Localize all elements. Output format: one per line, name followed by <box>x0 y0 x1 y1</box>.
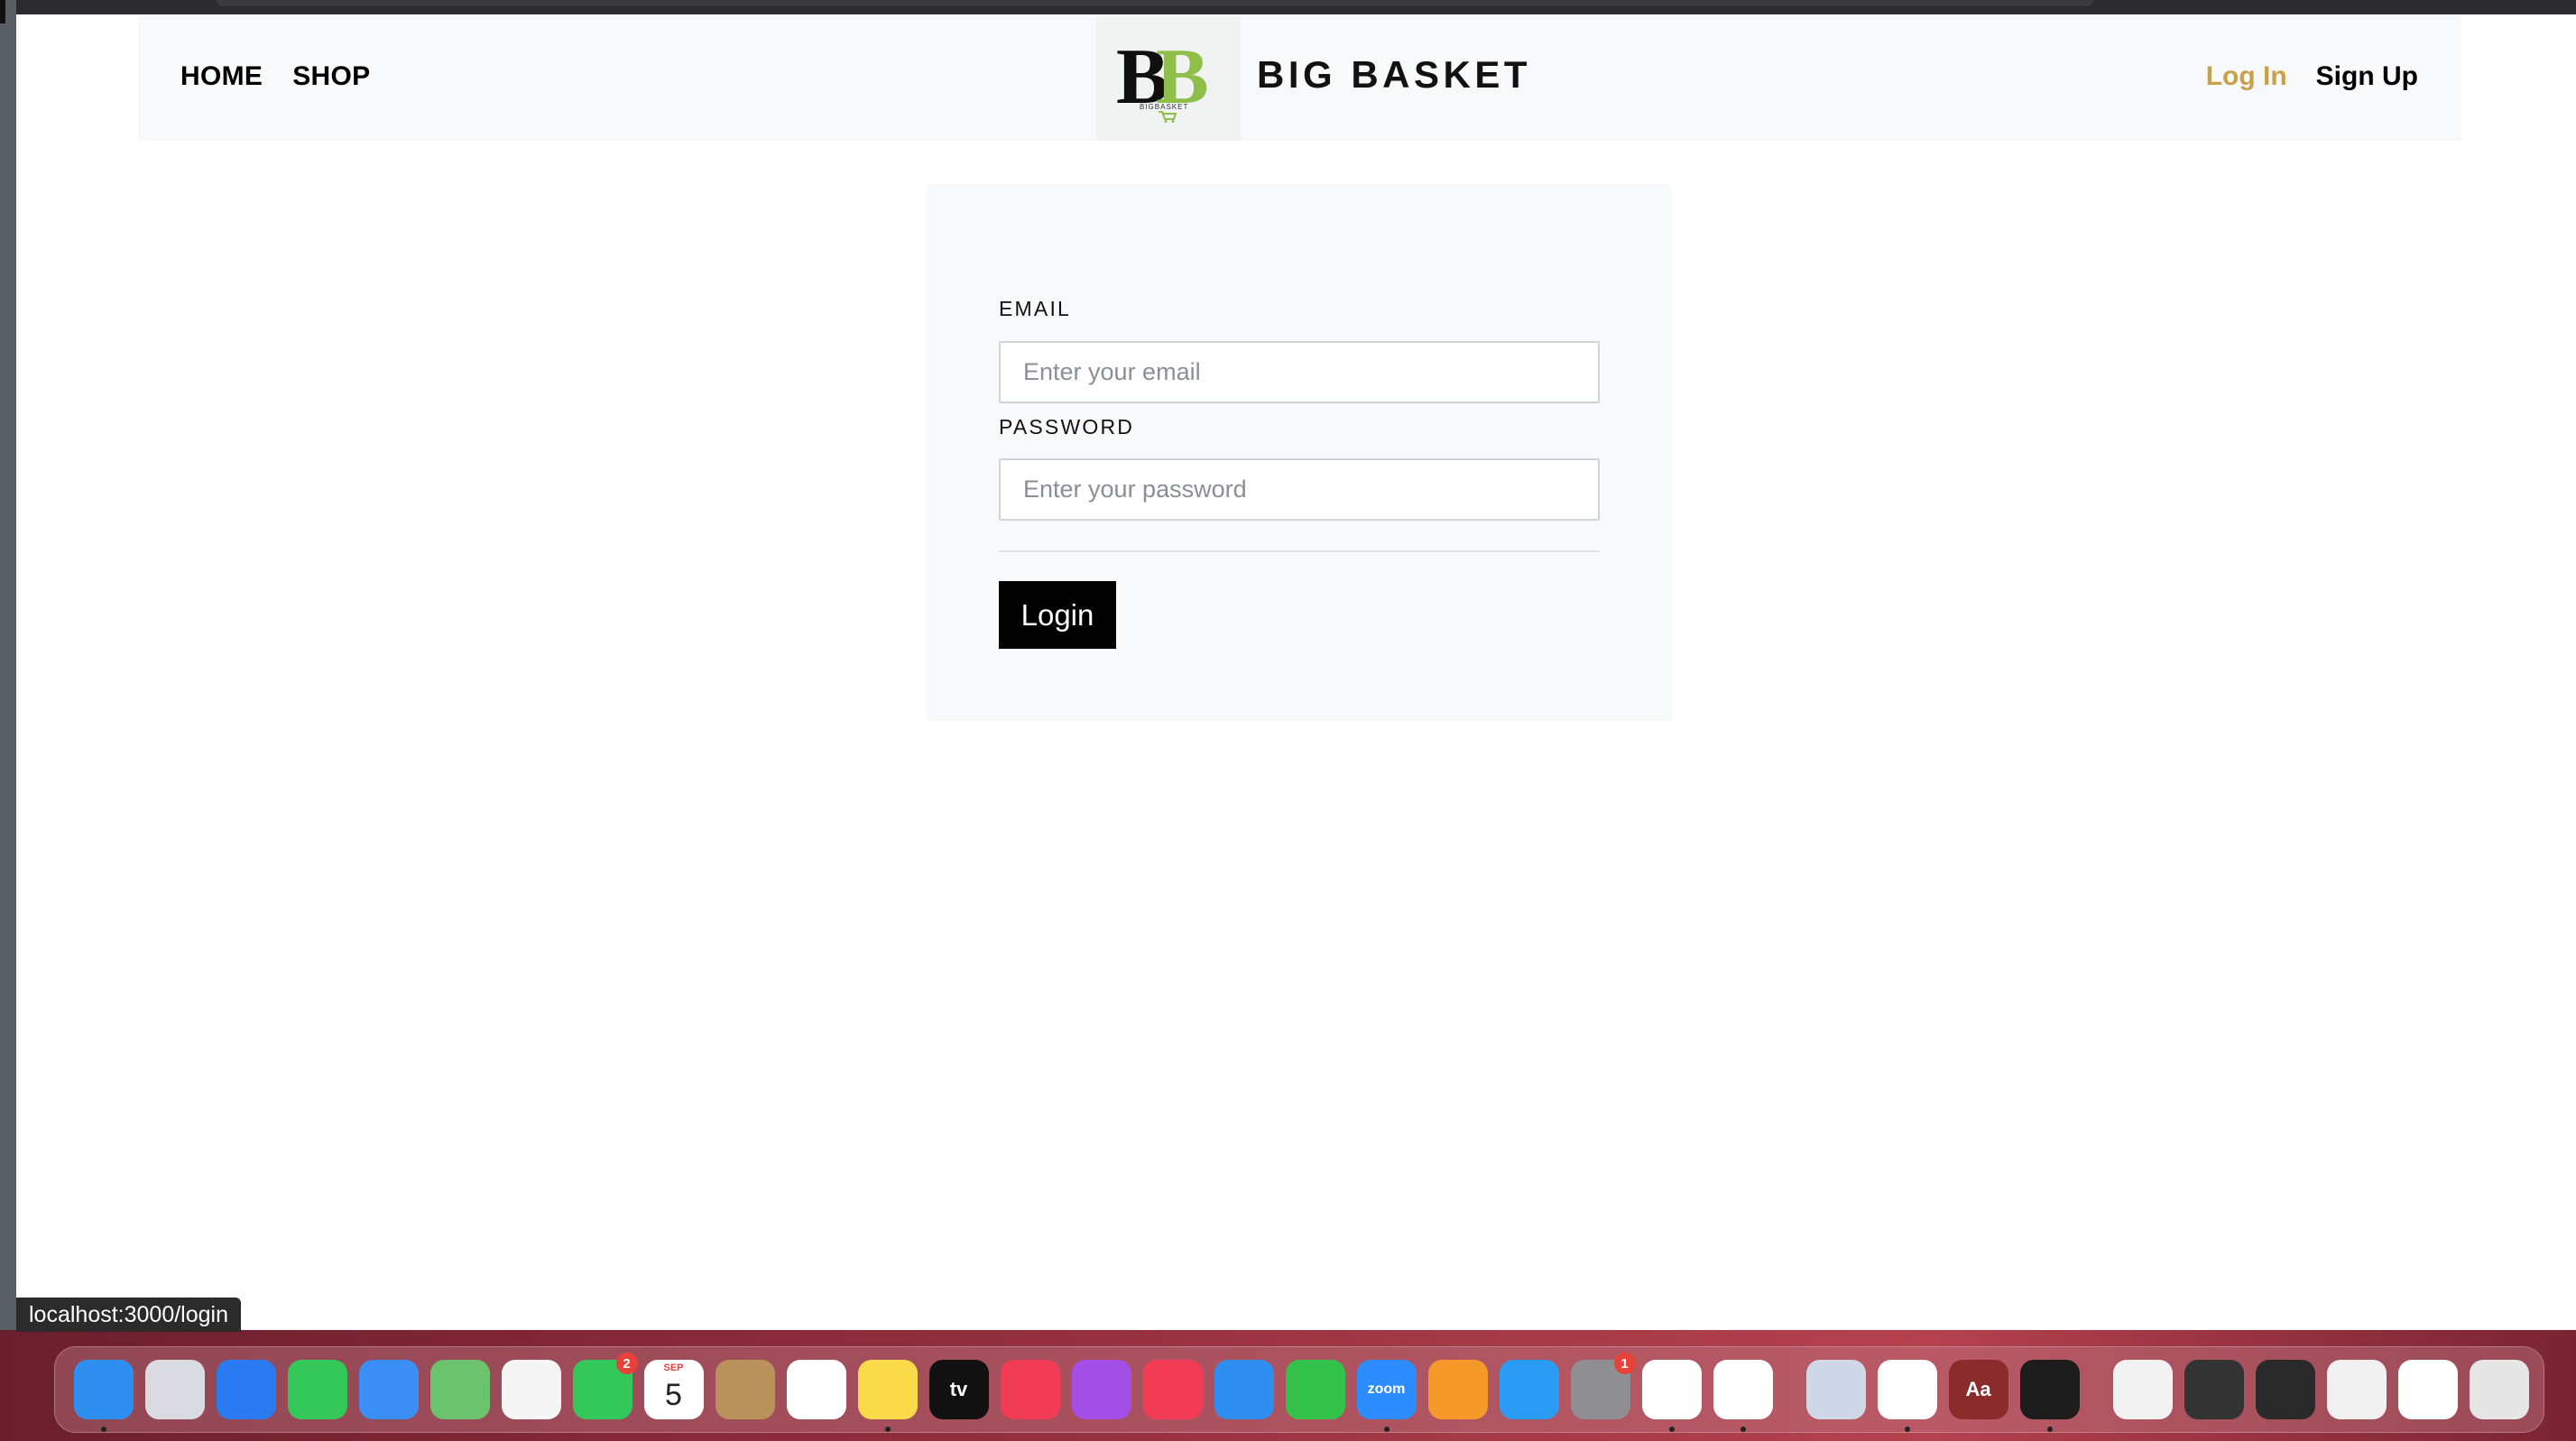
keynote-icon[interactable] <box>1214 1360 1274 1419</box>
running-indicator <box>2046 1427 2053 1432</box>
running-indicator <box>1740 1427 1746 1432</box>
contacts-icon[interactable] <box>715 1360 775 1419</box>
terminal-icon[interactable] <box>2019 1360 2080 1432</box>
window-thumbnail-icon[interactable] <box>2397 1360 2458 1419</box>
notes-icon[interactable] <box>857 1360 918 1432</box>
brand[interactable]: B B BIGBASKET BIG BASKET <box>1096 16 1531 141</box>
password-input[interactable] <box>999 458 1600 521</box>
nav-login-link[interactable]: Log In <box>2206 61 2287 92</box>
messages-icon[interactable] <box>287 1360 347 1419</box>
music-icon[interactable] <box>1000 1360 1060 1419</box>
status-url-tooltip: localhost:3000/login <box>16 1298 241 1332</box>
numbers-icon[interactable] <box>1285 1360 1345 1419</box>
appstore-icon[interactable] <box>1499 1360 1559 1419</box>
browser-top-bar <box>0 0 2576 14</box>
dock-icon-label: tv <box>949 1378 968 1400</box>
nav-home-link[interactable]: HOME <box>180 61 263 92</box>
running-indicator <box>884 1427 891 1432</box>
running-indicator <box>1383 1427 1390 1432</box>
login-button[interactable]: Login <box>999 581 1116 649</box>
nav-links: HOME SHOP <box>180 61 370 92</box>
navbar: HOME SHOP B B BIGBASKET BIG BASKET Log I… <box>138 16 2461 141</box>
login-form: EMAIL PASSWORD Login <box>927 184 1672 721</box>
safari-icon[interactable] <box>216 1360 276 1419</box>
dock-icon-label: 5 <box>665 1377 682 1412</box>
finder-icon[interactable] <box>73 1360 134 1432</box>
reminders-icon[interactable] <box>786 1360 846 1419</box>
notification-badge: 2 <box>615 1353 638 1374</box>
address-bar[interactable] <box>217 0 2093 6</box>
brand-name[interactable]: BIG BASKET <box>1257 53 1531 97</box>
calendar-icon[interactable]: SEP 5 <box>643 1360 704 1419</box>
macos-dock: 2 SEP 5 tv zoom 1 Aa <box>54 1346 2544 1433</box>
news-icon[interactable] <box>1142 1360 1203 1419</box>
auth-links: Log In Sign Up <box>2206 61 2418 92</box>
photos-icon[interactable] <box>501 1360 561 1419</box>
window-thumbnail-icon[interactable] <box>2255 1360 2315 1419</box>
email-input[interactable] <box>999 341 1600 403</box>
maps-icon[interactable] <box>429 1360 490 1419</box>
vscode-icon[interactable] <box>1877 1360 1937 1432</box>
window-thumbnail-icon[interactable] <box>2184 1360 2244 1419</box>
dictionary-icon[interactable]: Aa <box>1948 1360 2008 1419</box>
pages-icon[interactable] <box>1427 1360 1488 1419</box>
edge-cap <box>0 0 5 23</box>
notification-badge: 1 <box>1613 1353 1636 1374</box>
running-indicator <box>100 1427 106 1432</box>
nav-signup-link[interactable]: Sign Up <box>2316 61 2418 92</box>
preview-icon[interactable] <box>1805 1360 1866 1419</box>
chrome-icon[interactable] <box>1641 1360 1702 1432</box>
email-label: EMAIL <box>999 297 1072 320</box>
mail-icon[interactable] <box>358 1360 419 1419</box>
zip-file-icon[interactable] <box>2112 1360 2173 1419</box>
running-indicator <box>1668 1427 1675 1432</box>
podcasts-icon[interactable] <box>1071 1360 1131 1419</box>
zoom-icon[interactable]: zoom <box>1356 1360 1417 1432</box>
running-indicator <box>1904 1427 1910 1432</box>
window-thumbnail-icon[interactable] <box>2326 1360 2387 1419</box>
appletv-icon[interactable]: tv <box>928 1360 989 1419</box>
left-window-edge <box>0 0 16 1330</box>
system-preferences-icon[interactable]: 1 <box>1570 1353 1636 1419</box>
nav-shop-link[interactable]: SHOP <box>292 61 370 92</box>
password-label: PASSWORD <box>999 415 1135 439</box>
calendar-month-label: SEP <box>663 1362 684 1373</box>
cart-icon <box>1159 111 1177 123</box>
slack-icon[interactable] <box>1713 1360 1773 1432</box>
form-divider <box>999 550 1600 552</box>
logo[interactable]: B B BIGBASKET <box>1096 16 1241 141</box>
dock-icon-label: zoom <box>1367 1381 1406 1397</box>
facetime-icon[interactable]: 2 <box>572 1353 638 1419</box>
trash-icon[interactable] <box>2469 1360 2529 1419</box>
launchpad-icon[interactable] <box>144 1360 205 1419</box>
dock-icon-label: Aa <box>1965 1378 1991 1400</box>
